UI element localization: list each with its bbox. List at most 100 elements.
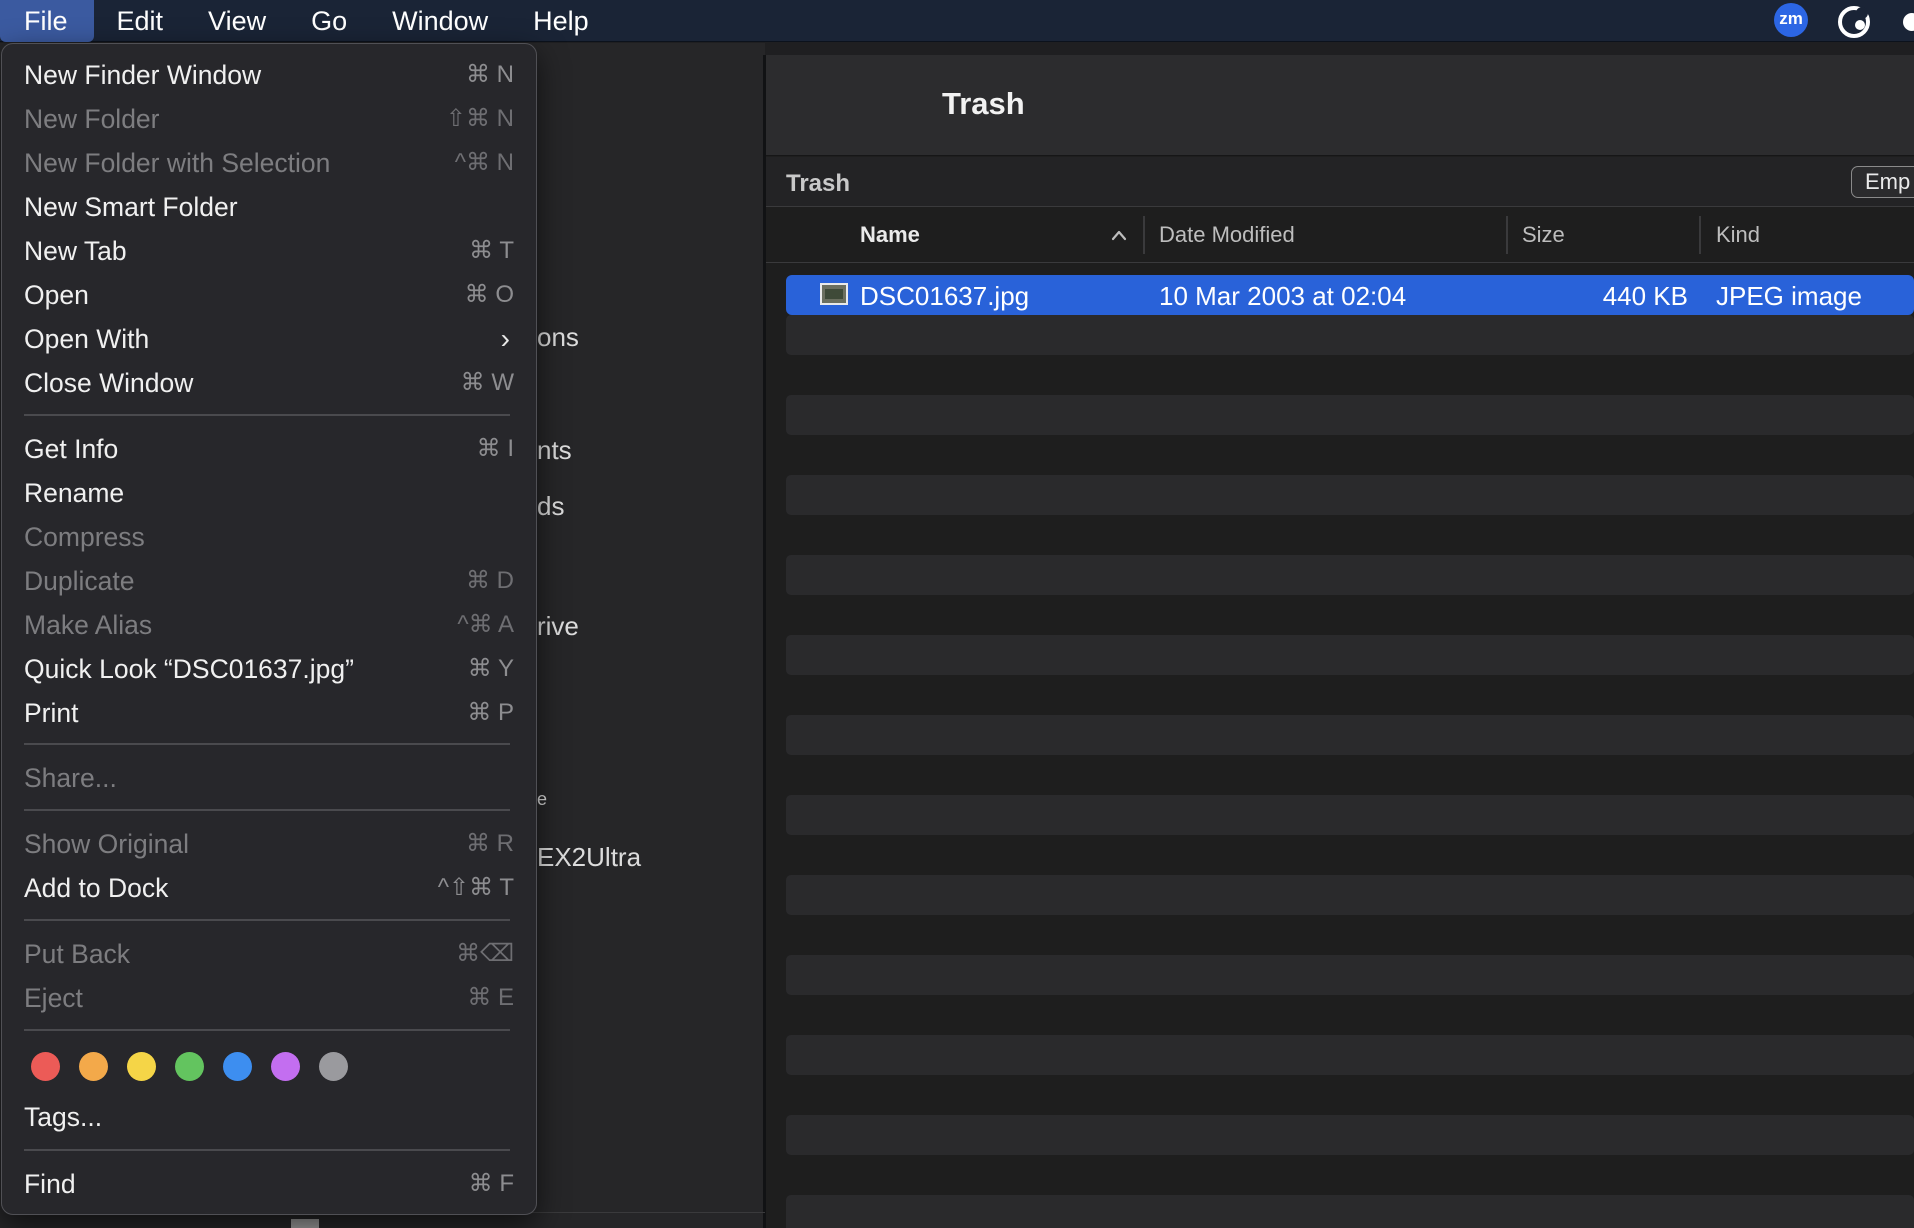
menu-item-rename[interactable]: Rename — [24, 473, 514, 513]
menu-item-label: New Smart Folder — [24, 192, 238, 222]
sidebar-item-icloud-drive[interactable]: rive — [537, 611, 579, 642]
menu-item-label: Print — [24, 698, 79, 728]
menu-item-compress[interactable]: Compress — [24, 517, 514, 557]
list-row-empty — [786, 1195, 1914, 1228]
window-title: Trash — [942, 86, 1025, 121]
menu-help[interactable]: Help — [511, 0, 611, 42]
menu-window[interactable]: Window — [370, 0, 510, 42]
column-name[interactable]: Name — [860, 222, 920, 248]
menu-view[interactable]: View — [186, 0, 288, 42]
list-row-empty — [786, 955, 1914, 995]
menu-item-show-original[interactable]: Show Original ⌘ R — [24, 824, 514, 864]
shortcut-label: ⌘ W — [460, 369, 514, 396]
trash-location-label: Trash — [786, 170, 851, 197]
creative-cloud-icon[interactable] — [1836, 3, 1872, 39]
menu-separator — [24, 414, 510, 416]
menu-item-label: Open With — [24, 324, 150, 354]
file-name: DSC01637.jpg — [860, 281, 1030, 311]
tag-blue-icon[interactable] — [223, 1052, 252, 1081]
menu-item-new-smart-folder[interactable]: New Smart Folder — [24, 187, 514, 227]
list-row-empty — [786, 715, 1914, 755]
status-extra-icon[interactable] — [1898, 3, 1914, 39]
jpeg-thumbnail-icon — [820, 283, 848, 305]
sidebar-item-downloads[interactable]: ds — [537, 491, 564, 522]
menu-separator — [24, 743, 510, 745]
sort-ascending-icon[interactable] — [1110, 228, 1128, 242]
shortcut-label: ^⇧⌘ T — [437, 874, 514, 901]
list-row-empty — [786, 875, 1914, 915]
menu-item-tags[interactable]: Tags... — [24, 1097, 514, 1137]
column-divider[interactable] — [1506, 216, 1508, 254]
shortcut-label: ⌘ P — [467, 699, 514, 726]
menu-item-new-finder-window[interactable]: New Finder Window ⌘ N — [24, 55, 514, 95]
column-divider[interactable] — [1699, 216, 1701, 254]
list-row-empty — [786, 555, 1914, 595]
menu-item-get-info[interactable]: Get Info ⌘ I — [24, 429, 514, 469]
menu-item-quick-look[interactable]: Quick Look “DSC01637.jpg” ⌘ Y — [24, 649, 514, 689]
tag-orange-icon[interactable] — [79, 1052, 108, 1081]
list-row-empty — [786, 795, 1914, 835]
menu-item-add-to-dock[interactable]: Add to Dock ^⇧⌘ T — [24, 868, 514, 908]
menu-item-new-folder-with-selection[interactable]: New Folder with Selection ^⌘ N — [24, 143, 514, 183]
menu-item-label: Share... — [24, 763, 117, 793]
tag-purple-icon[interactable] — [271, 1052, 300, 1081]
menu-item-eject[interactable]: Eject ⌘ E — [24, 978, 514, 1018]
menu-item-label: Put Back — [24, 939, 131, 969]
shortcut-label: ⌘ F — [468, 1170, 514, 1197]
menu-item-close-window[interactable]: Close Window ⌘ W — [24, 363, 514, 403]
menu-item-label: Duplicate — [24, 566, 135, 596]
zoom-status-icon[interactable]: zm — [1774, 3, 1808, 37]
menu-item-label: New Tab — [24, 236, 127, 266]
tag-yellow-icon[interactable] — [127, 1052, 156, 1081]
menu-item-label: Tags... — [24, 1102, 103, 1132]
shortcut-label: ⌘ D — [466, 567, 514, 594]
path-bar — [766, 157, 1914, 207]
menu-item-open[interactable]: Open ⌘ O — [24, 275, 514, 315]
tag-green-icon[interactable] — [175, 1052, 204, 1081]
menu-item-label: Open — [24, 280, 89, 310]
list-row-empty — [786, 315, 1914, 355]
tag-red-icon[interactable] — [31, 1052, 60, 1081]
menu-item-label: Quick Look “DSC01637.jpg” — [24, 654, 354, 684]
column-date-modified[interactable]: Date Modified — [1159, 222, 1295, 248]
menu-separator — [24, 809, 510, 811]
list-row-empty — [786, 395, 1914, 435]
menu-item-print[interactable]: Print ⌘ P — [24, 693, 514, 733]
shortcut-label: ⌘ O — [464, 281, 514, 308]
menu-file[interactable]: File — [0, 0, 94, 42]
sidebar-item-ex2ultra[interactable]: EX2Ultra — [537, 842, 641, 873]
menu-item-label: Close Window — [24, 368, 194, 398]
menu-item-label: Get Info — [24, 434, 119, 464]
column-kind[interactable]: Kind — [1716, 222, 1760, 248]
shortcut-label: ⌘ R — [466, 830, 514, 857]
sidebar-item-partial[interactable]: e — [537, 789, 547, 810]
menu-item-label: Compress — [24, 522, 145, 552]
menu-item-make-alias[interactable]: Make Alias ^⌘ A — [24, 605, 514, 645]
menu-item-find[interactable]: Find ⌘ F — [24, 1164, 514, 1204]
menu-item-new-folder[interactable]: New Folder ⇧⌘ N — [24, 99, 514, 139]
column-size[interactable]: Size — [1522, 222, 1565, 248]
shortcut-label: ⌘ T — [469, 237, 514, 264]
menu-item-put-back[interactable]: Put Back ⌘⌫ — [24, 934, 514, 974]
shortcut-label: ⌘⌫ — [456, 940, 514, 967]
menu-item-new-tab[interactable]: New Tab ⌘ T — [24, 231, 514, 271]
menu-item-share[interactable]: Share... — [24, 758, 514, 798]
menu-item-duplicate[interactable]: Duplicate ⌘ D — [24, 561, 514, 601]
empty-trash-button[interactable]: Emp — [1851, 166, 1914, 198]
file-kind: JPEG image — [1716, 281, 1862, 311]
sidebar-item-documents[interactable]: nts — [537, 435, 572, 466]
tag-gray-icon[interactable] — [319, 1052, 348, 1081]
menu-edit[interactable]: Edit — [95, 0, 186, 42]
shortcut-label: ⌘ I — [476, 435, 514, 462]
shortcut-label: ^⌘ N — [454, 149, 514, 176]
menu-item-open-with[interactable]: Open With › — [24, 319, 514, 359]
sidebar-item-applications[interactable]: ons — [537, 322, 579, 353]
menu-item-label: Show Original — [24, 829, 189, 859]
menu-go[interactable]: Go — [289, 0, 369, 42]
menu-separator — [24, 919, 510, 921]
shortcut-label: ⌘ Y — [467, 655, 514, 682]
menu-item-label: Add to Dock — [24, 873, 169, 903]
shortcut-label: ⌘ N — [466, 61, 514, 88]
column-divider[interactable] — [1143, 216, 1145, 254]
file-date-modified: 10 Mar 2003 at 02:04 — [1159, 281, 1407, 311]
